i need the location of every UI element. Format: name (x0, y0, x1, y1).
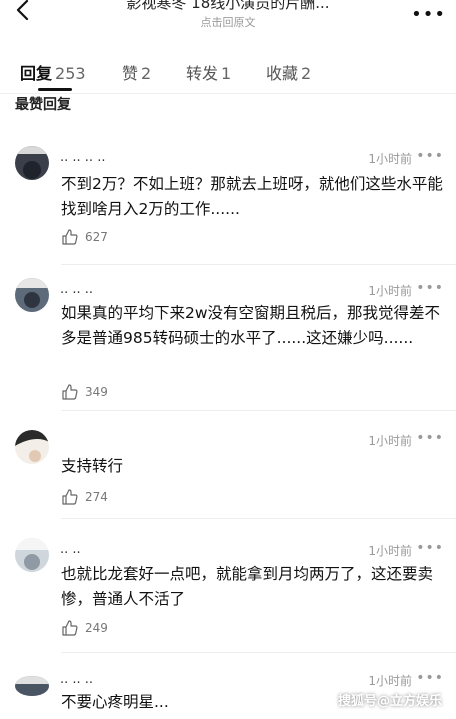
back-to-article-link[interactable]: 点击回原文 (0, 14, 456, 30)
like-count: 249 (85, 621, 108, 635)
more-dots-icon[interactable]: ••• (416, 540, 444, 556)
more-dots-icon[interactable]: ••• (416, 670, 444, 686)
username[interactable]: ·· ·· (60, 546, 81, 556)
username[interactable]: ·· ·· ·· ·· (60, 154, 105, 164)
tab-replies[interactable]: 回复 253 (20, 60, 86, 84)
like-button[interactable]: 249 (61, 617, 108, 639)
watermark: 搜狐号@立方娱乐 (337, 694, 442, 709)
title-area[interactable]: 影视寒冬 18线小演员的片酬... 点击回原文 (0, 0, 456, 30)
timestamp: 1小时前 (368, 674, 412, 688)
like-button[interactable]: 274 (61, 486, 108, 508)
thumbs-up-icon (62, 384, 78, 400)
avatar[interactable] (15, 676, 49, 696)
tab-label: 收藏 (266, 64, 299, 83)
more-dots-icon[interactable]: ••• (416, 280, 444, 296)
comment-text: 支持转行 (61, 457, 124, 475)
like-count: 274 (85, 490, 108, 504)
tab-reposts[interactable]: 转发 1 (186, 60, 231, 84)
tab-count: 1 (221, 64, 232, 83)
tab-favorites[interactable]: 收藏 2 (266, 60, 311, 84)
tab-count: 253 (55, 64, 86, 83)
avatar[interactable] (15, 430, 49, 464)
username[interactable]: ·· ·· ·· (60, 676, 93, 686)
section-title: 最赞回复 (15, 97, 71, 113)
divider (61, 518, 456, 519)
avatar[interactable] (15, 278, 49, 312)
tab-label: 转发 (186, 64, 219, 83)
comment-text: 也就比龙套好一点吧，就能拿到月均两万了，这还要卖惨，普通人不活了 (61, 565, 434, 608)
top-bar: 影视寒冬 18线小演员的片酬... 点击回原文 ••• (0, 0, 456, 30)
like-count: 349 (85, 385, 108, 399)
like-button[interactable]: 627 (61, 226, 108, 248)
timestamp: 1小时前 (368, 544, 412, 558)
divider (61, 264, 456, 265)
page-title: 影视寒冬 18线小演员的片酬... (126, 0, 330, 12)
tab-count: 2 (141, 64, 152, 83)
tab-likes[interactable]: 赞2 (122, 60, 151, 84)
divider (61, 652, 456, 653)
thumbs-up-icon (62, 229, 78, 245)
thumbs-up-icon (62, 489, 78, 505)
timestamp: 1小时前 (368, 284, 412, 298)
tab-label: 赞 (122, 64, 139, 83)
tab-count: 2 (301, 64, 312, 83)
username[interactable]: ·· ·· ·· (60, 286, 93, 296)
divider (61, 410, 456, 411)
more-dots-icon[interactable]: ••• (411, 4, 446, 25)
tab-label: 回复 (20, 64, 53, 83)
like-count: 627 (85, 230, 108, 244)
more-dots-icon[interactable]: ••• (416, 148, 444, 164)
active-tab-indicator (38, 88, 72, 91)
timestamp: 1小时前 (368, 152, 412, 166)
timestamp: 1小时前 (368, 434, 412, 448)
avatar[interactable] (15, 538, 49, 572)
comment-text: 如果真的平均下来2w没有空窗期且税后，那我觉得差不多是普通985转码硕士的水平了… (61, 304, 441, 347)
thumbs-up-icon (62, 620, 78, 636)
tab-bar: 回复 253 赞2 转发 1 收藏 2 (0, 54, 456, 94)
more-dots-icon[interactable]: ••• (416, 430, 444, 446)
like-button[interactable]: 349 (61, 381, 108, 403)
avatar[interactable] (15, 146, 49, 180)
comment-text: 不到2万？不如上班？那就去上班呀，就他们这些水平能找到啥月入2万的工作.....… (61, 175, 443, 218)
